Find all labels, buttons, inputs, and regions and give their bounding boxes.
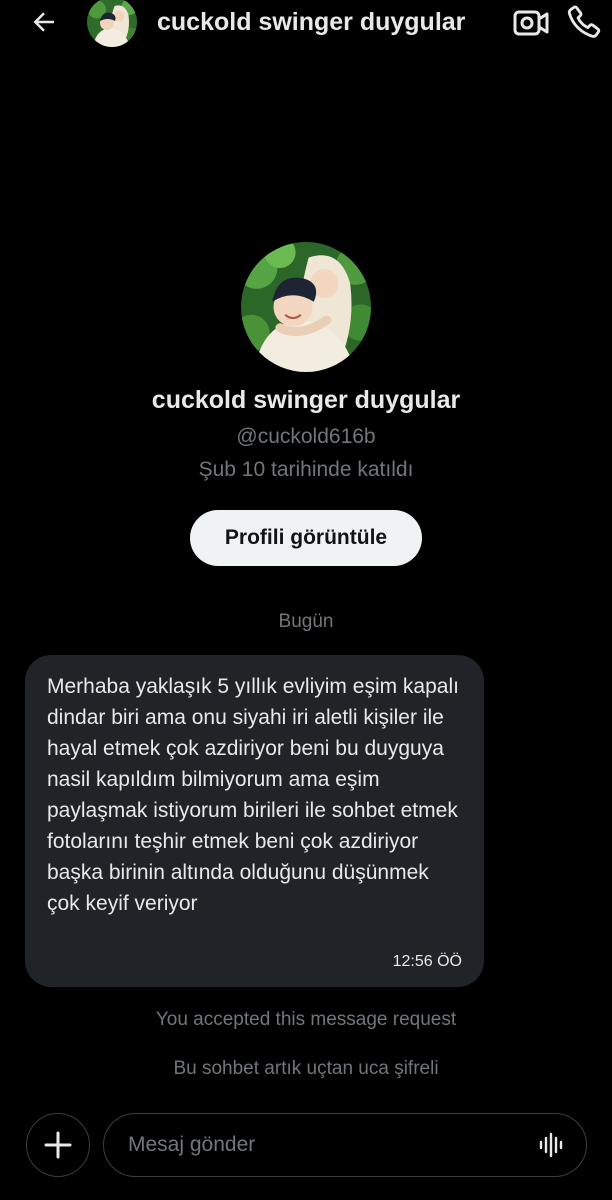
profile-handle: @cuckold616b: [236, 425, 376, 448]
dm-conversation-screen: cuckold swinger duygular cuckold swinger…: [0, 0, 612, 1200]
voice-call-button[interactable]: [566, 2, 604, 40]
header-title[interactable]: cuckold swinger duygular: [157, 8, 477, 37]
profile-avatar[interactable]: [241, 242, 371, 372]
encryption-note: Bu sohbet artık uçtan uca şifreli: [173, 1058, 439, 1079]
message-timestamp: 12:56 ÖÖ: [392, 953, 462, 970]
view-profile-button[interactable]: Profili görüntüle: [190, 510, 422, 566]
header-avatar[interactable]: [87, 0, 137, 47]
message-composer: [103, 1113, 587, 1177]
arrow-left-icon: [33, 12, 54, 32]
profile-name: cuckold swinger duygular: [151, 386, 461, 414]
avatar-illustration: [241, 242, 371, 372]
message-bubble[interactable]: Merhaba yaklaşık 5 yıllık evliyim eşim k…: [25, 655, 484, 987]
request-accepted-note: You accepted this message request: [155, 1009, 457, 1030]
phone-icon: [567, 5, 601, 38]
message-input[interactable]: [128, 1114, 528, 1175]
conversation-header: cuckold swinger duygular: [0, 0, 612, 48]
profile-join-date: Şub 10 tarihinde katıldı: [198, 458, 414, 481]
date-separator: Bugün: [278, 611, 334, 632]
voice-wave-icon: [539, 1132, 563, 1158]
message-text: Merhaba yaklaşık 5 yıllık evliyim eşim k…: [47, 675, 459, 915]
voice-message-button[interactable]: [538, 1131, 566, 1159]
add-attachment-button[interactable]: [26, 1113, 90, 1177]
back-button[interactable]: [26, 4, 62, 40]
avatar-illustration: [87, 0, 137, 47]
video-camera-icon: [513, 10, 549, 36]
plus-icon: [44, 1131, 72, 1159]
video-call-button[interactable]: [512, 4, 550, 40]
